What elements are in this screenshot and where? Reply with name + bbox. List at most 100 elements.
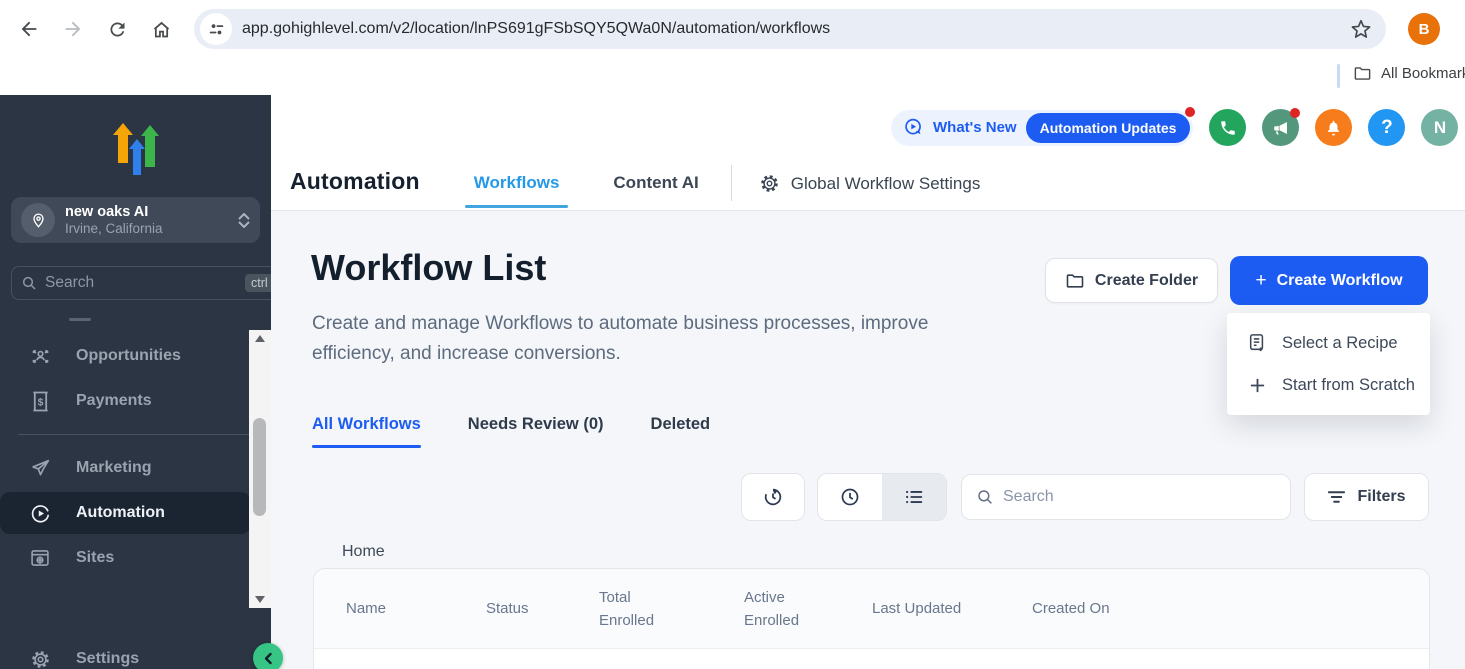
menu-item-select-recipe[interactable]: Select a Recipe [1227, 322, 1430, 364]
whats-new-label: What's New [933, 119, 1017, 136]
create-workflow-button[interactable]: + Create Workflow [1230, 256, 1428, 305]
recipe-icon [1247, 333, 1267, 353]
all-bookmarks-label: All Bookmarks [1381, 65, 1465, 82]
sidebar-divider [18, 434, 253, 435]
workflow-content: Workflow List Create and manage Workflow… [271, 211, 1465, 669]
workflow-search-input[interactable] [1003, 488, 1276, 506]
help-button[interactable]: ? [1368, 109, 1405, 146]
pending-view-toggle[interactable] [818, 474, 882, 520]
tab-needs-review[interactable]: Needs Review (0) [468, 415, 604, 448]
column-header-total-enrolled[interactable]: Total Enrolled [599, 586, 744, 632]
address-bar[interactable]: app.gohighlevel.com/v2/location/lnPS691g… [194, 9, 1386, 49]
location-switcher[interactable]: new oaks AI Irvine, California [11, 197, 260, 243]
sidebar-settings: Settings [0, 638, 271, 669]
tab-label: Content AI [613, 173, 698, 192]
breadcrumb-home[interactable]: Home [342, 543, 385, 561]
url-text: app.gohighlevel.com/v2/location/lnPS691g… [242, 20, 1342, 38]
clock-icon [839, 486, 861, 508]
sidebar-item-payments[interactable]: $ Payments [0, 380, 271, 422]
filters-label: Filters [1357, 488, 1405, 506]
gear-icon [759, 173, 780, 194]
filter-icon [1327, 489, 1346, 505]
chevron-left-icon [262, 652, 275, 665]
workflow-list-title: Workflow List [311, 247, 546, 289]
automation-updates-badge[interactable]: Automation Updates [1026, 113, 1191, 143]
whats-new-button[interactable]: What's New Automation Updates [891, 110, 1193, 146]
tab-workflows[interactable]: Workflows [474, 173, 560, 195]
site-info-icon[interactable] [200, 13, 232, 45]
gear-icon [29, 649, 51, 669]
sidebar-item-label: Opportunities [76, 347, 181, 365]
tab-label: All Workflows [312, 415, 421, 433]
sidebar-item-sites[interactable]: Sites [0, 537, 271, 579]
main-area: What's New Automation Updates ? N [271, 95, 1465, 669]
sidebar-item-opportunities[interactable]: Opportunities [0, 335, 271, 377]
sidebar-item-settings[interactable]: Settings [0, 638, 271, 669]
browser-reload-icon[interactable] [100, 12, 134, 46]
announcements-button[interactable] [1262, 109, 1299, 146]
folder-icon [1065, 271, 1085, 291]
notification-dot [1290, 108, 1300, 118]
column-header-label: Total Enrolled [599, 586, 661, 632]
bell-icon [1324, 118, 1343, 137]
workflow-table: Name Status Total Enrolled Active Enroll… [313, 568, 1430, 669]
browser-back-icon[interactable] [12, 12, 46, 46]
enrollment-history-button[interactable] [741, 473, 805, 521]
menu-item-start-from-scratch[interactable]: Start from Scratch [1227, 364, 1430, 406]
user-avatar[interactable]: N [1421, 109, 1458, 146]
sidebar-item-label: Marketing [76, 459, 152, 477]
main-header: What's New Automation Updates ? N [271, 95, 1465, 211]
list-view-toggle[interactable] [882, 474, 946, 520]
scrollbar-thumb[interactable] [253, 418, 266, 516]
browser-home-icon[interactable] [144, 12, 178, 46]
location-pin-icon [21, 203, 55, 237]
column-header-last-updated[interactable]: Last Updated [872, 600, 1032, 617]
bookmarks-bar: All Bookmarks [0, 58, 1465, 95]
workflow-search[interactable] [961, 474, 1291, 520]
browser-forward-icon[interactable] [56, 12, 90, 46]
column-header-created-on[interactable]: Created On [1032, 600, 1192, 617]
payments-icon: $ [29, 391, 51, 412]
location-name: new oaks AI [65, 204, 238, 221]
location-switch-chevrons-icon [238, 213, 250, 228]
sidebar-collapse-button[interactable] [253, 643, 283, 669]
sidebar-search[interactable]: ctrl K [11, 266, 292, 300]
gohighlevel-logo [0, 95, 271, 175]
global-workflow-settings-button[interactable]: Global Workflow Settings [759, 173, 981, 195]
notifications-button[interactable] [1315, 109, 1352, 146]
search-icon [21, 275, 37, 291]
scrollbar-down-arrow[interactable] [255, 596, 265, 603]
phone-button[interactable] [1209, 109, 1246, 146]
scrolled-item-remnant [69, 318, 91, 321]
location-city: Irvine, California [65, 221, 238, 237]
bookmark-star-icon[interactable] [1350, 18, 1372, 40]
sites-icon [29, 548, 51, 568]
all-bookmarks-button[interactable]: All Bookmarks [1353, 64, 1465, 83]
column-header-status[interactable]: Status [486, 600, 599, 617]
folder-icon [1353, 64, 1372, 83]
page-title: Automation [290, 168, 420, 195]
tab-all-workflows[interactable]: All Workflows [312, 415, 421, 448]
tab-content-ai[interactable]: Content AI [613, 173, 698, 195]
scrollbar-up-arrow[interactable] [255, 335, 265, 342]
plus-icon [1247, 377, 1267, 394]
avatar-initial: N [1434, 118, 1446, 138]
tab-label: Needs Review (0) [468, 415, 604, 433]
column-header-name[interactable]: Name [314, 600, 486, 617]
filters-button[interactable]: Filters [1304, 473, 1429, 521]
create-folder-button[interactable]: Create Folder [1045, 258, 1218, 303]
plus-icon: + [1255, 270, 1266, 292]
sidebar-item-marketing[interactable]: Marketing [0, 447, 271, 489]
list-icon [903, 486, 925, 508]
menu-item-label: Select a Recipe [1282, 334, 1398, 353]
sidebar-scrollbar[interactable] [249, 330, 271, 608]
menu-item-label: Start from Scratch [1282, 376, 1415, 395]
sidebar-nav: Opportunities $ Payments Marketing Autom… [0, 318, 271, 579]
column-header-active-enrolled[interactable]: Active Enrolled [744, 586, 872, 632]
tab-deleted[interactable]: Deleted [651, 415, 711, 448]
sidebar-item-automation[interactable]: Automation [0, 492, 251, 534]
opportunities-icon [29, 346, 51, 367]
sidebar-search-input[interactable] [45, 274, 245, 292]
bookmarks-divider [1337, 64, 1340, 88]
browser-profile-avatar[interactable]: B [1408, 13, 1440, 45]
